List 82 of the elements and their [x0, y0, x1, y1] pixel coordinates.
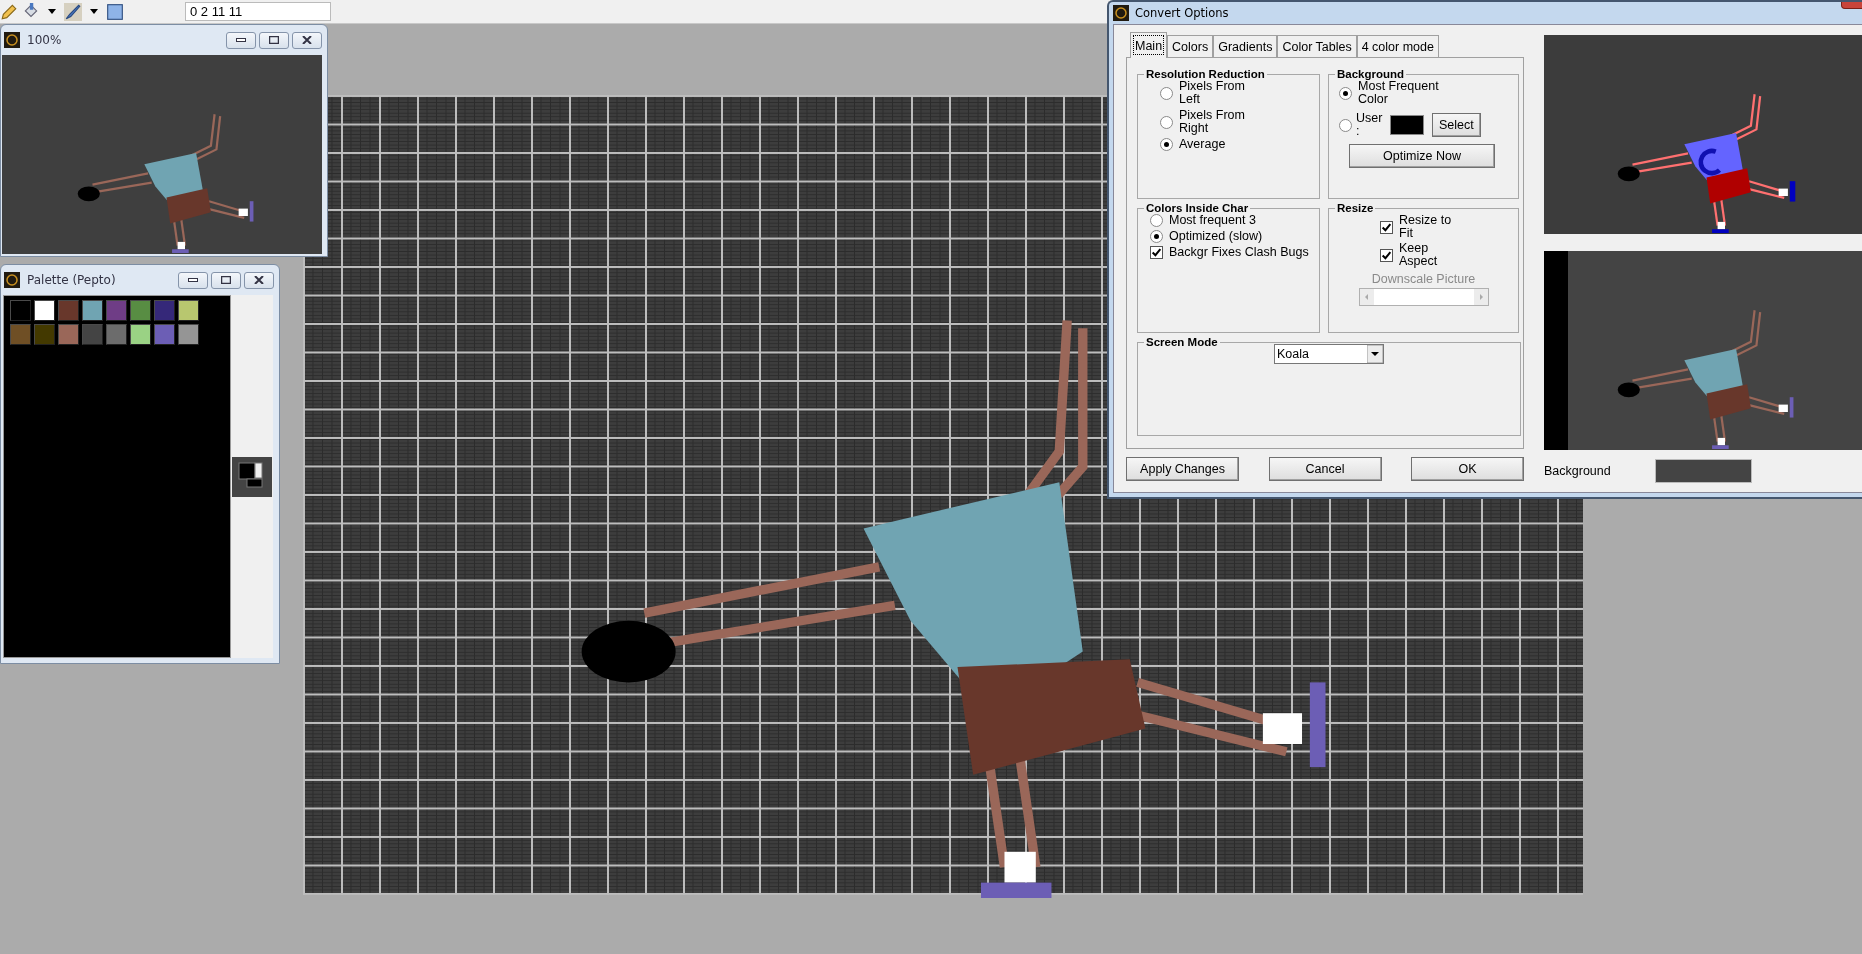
window-title: Palette (Pepto): [27, 273, 116, 287]
color-swatch[interactable]: [178, 324, 199, 345]
color-swatch[interactable]: [82, 300, 103, 321]
option-label: Resize to Fit: [1399, 214, 1453, 240]
color-swatch[interactable]: [130, 324, 151, 345]
optimize-now-button[interactable]: Optimize Now: [1349, 144, 1495, 168]
dropdown-arrow-icon: [1367, 345, 1383, 363]
color-selector-drawing[interactable]: [232, 456, 272, 497]
option-label: Keep Aspect: [1399, 242, 1439, 268]
checkbox[interactable]: [1150, 246, 1163, 259]
color-swatch[interactable]: [130, 300, 151, 321]
option-label: User :: [1356, 112, 1384, 138]
color-swatch[interactable]: [106, 300, 127, 321]
color-swatch[interactable]: [154, 324, 175, 345]
maximize-button[interactable]: [211, 271, 241, 289]
color-swatch[interactable]: [34, 324, 55, 345]
slider-label: Downscale Picture: [1371, 272, 1476, 286]
radio-button[interactable]: [1160, 86, 1173, 100]
dialog-button[interactable]: OK: [1411, 457, 1524, 481]
dialog-title: Convert Options: [1135, 6, 1229, 20]
color-swatch[interactable]: [154, 300, 175, 321]
option-label: Pixels From Left: [1179, 80, 1246, 106]
select-button[interactable]: Select: [1432, 113, 1481, 137]
option-label: Backgr Fixes Clash Bugs: [1169, 246, 1309, 259]
option-label: Optimized (slow): [1169, 230, 1264, 243]
maximize-button[interactable]: [259, 31, 289, 49]
minimize-icon: [236, 36, 246, 44]
group-title: Screen Mode: [1145, 336, 1219, 348]
option-label: Most frequent 3: [1169, 214, 1257, 227]
tab[interactable]: Gradients: [1213, 35, 1278, 57]
brush-icon[interactable]: [64, 2, 82, 21]
caret-icon[interactable]: [90, 9, 98, 14]
radio-button[interactable]: [1160, 115, 1173, 129]
close-button[interactable]: [244, 271, 274, 289]
tab[interactable]: Color Tables: [1277, 35, 1357, 57]
radio-button[interactable]: [1160, 138, 1173, 151]
tab[interactable]: Colors: [1167, 35, 1214, 57]
caret-icon[interactable]: [48, 9, 56, 14]
group-title: Colors Inside Char: [1145, 202, 1250, 214]
group-title: Background: [1336, 68, 1405, 80]
color-swatch[interactable]: [58, 300, 79, 321]
tab[interactable]: 4 color mode: [1356, 35, 1439, 57]
close-icon: [254, 276, 264, 284]
screen-mode-dropdown[interactable]: Koala: [1274, 344, 1384, 364]
coordinates-field[interactable]: 0 2 11 11: [185, 2, 331, 21]
gauge-icon: [4, 32, 20, 48]
option-label: Most Frequent Color: [1358, 80, 1440, 106]
color-swatch[interactable]: [10, 324, 31, 345]
background-color-swatch[interactable]: [1654, 459, 1752, 483]
gauge-icon: [4, 272, 20, 288]
checkbox[interactable]: [1380, 248, 1393, 262]
background-label: Background: [1544, 464, 1611, 478]
minimize-button[interactable]: [226, 31, 256, 49]
group-title: Resolution Reduction: [1145, 68, 1266, 80]
radio-button[interactable]: [1150, 214, 1163, 227]
pencil-icon[interactable]: [0, 2, 18, 21]
color-swatch[interactable]: [178, 300, 199, 321]
window-title: 100%: [27, 33, 62, 47]
color-swatch[interactable]: [82, 324, 103, 345]
minimize-icon: [188, 276, 198, 284]
gauge-icon: [1113, 5, 1129, 21]
close-button[interactable]: [292, 31, 322, 49]
close-icon: [302, 36, 312, 44]
dialog-button[interactable]: Apply Changes: [1126, 457, 1239, 481]
option-label: Pixels From Right: [1179, 109, 1246, 135]
selection-icon[interactable]: [106, 2, 124, 21]
option-label: Average: [1179, 138, 1227, 151]
minimize-button[interactable]: [178, 271, 208, 289]
color-swatch[interactable]: [10, 300, 31, 321]
dialog-button[interactable]: Cancel: [1268, 457, 1382, 481]
restore-icon: [221, 276, 231, 284]
color-preview: [1390, 115, 1424, 135]
group-title: Resize: [1336, 202, 1375, 214]
radio-button[interactable]: [1339, 118, 1352, 132]
tab[interactable]: Main: [1130, 32, 1168, 58]
color-swatch[interactable]: [58, 324, 79, 345]
checkbox[interactable]: [1380, 220, 1393, 234]
color-swatch[interactable]: [34, 300, 55, 321]
color-swatch[interactable]: [106, 324, 127, 345]
radio-button[interactable]: [1339, 86, 1352, 100]
restore-icon: [269, 36, 279, 44]
radio-button[interactable]: [1150, 230, 1163, 243]
